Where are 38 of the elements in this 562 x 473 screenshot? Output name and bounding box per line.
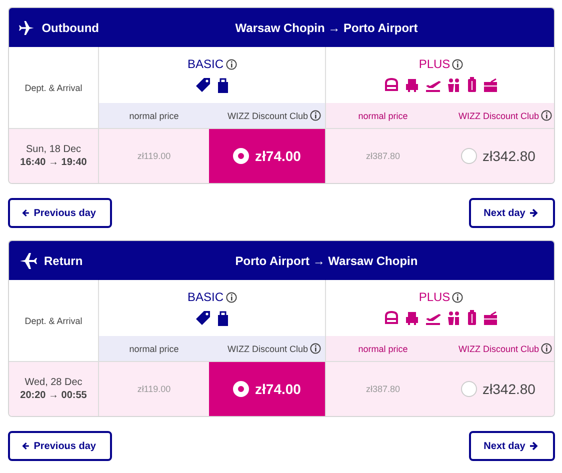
normal-price: zł387.80 <box>366 384 400 394</box>
column-label: WIZZ Discount Club <box>227 110 308 120</box>
next-day-button[interactable]: Next day <box>469 198 555 228</box>
route-title: Porto Airport → Warsaw Chopin <box>235 254 418 268</box>
route-title: Warsaw Chopin → Porto Airport <box>235 20 418 34</box>
column-label: normal price <box>358 110 408 120</box>
normal-price: zł119.00 <box>137 384 171 394</box>
club-price: zł74.00 <box>255 148 301 164</box>
flight-times: 16:40 → 19:40 <box>20 157 87 168</box>
club-price: zł74.00 <box>255 381 301 397</box>
column-label: Dept. & Arrival <box>24 316 82 326</box>
normal-price: zł387.80 <box>366 151 400 161</box>
direction-label: Return <box>44 254 83 268</box>
fare-name: PLUS <box>418 57 450 71</box>
flight-times: 20:20 → 00:55 <box>20 390 87 401</box>
column-label: WIZZ Discount Club <box>458 110 539 120</box>
previous-day-button[interactable]: Previous day <box>8 431 112 461</box>
flight-date: Wed, 28 Dec <box>24 377 82 388</box>
column-label: WIZZ Discount Club <box>458 344 539 354</box>
column-label: WIZZ Discount Club <box>227 344 308 354</box>
fare-name: BASIC <box>187 290 224 304</box>
normal-price: zł119.00 <box>137 151 171 161</box>
direction-label: Outbound <box>42 20 99 34</box>
next-day-button[interactable]: Next day <box>469 431 555 461</box>
flight-date: Sun, 18 Dec <box>26 144 82 155</box>
fare-option[interactable]: zł342.80 <box>440 362 554 416</box>
column-label: normal price <box>129 344 179 354</box>
column-label: normal price <box>358 344 408 354</box>
fare-option[interactable]: zł74.00 <box>209 362 325 416</box>
column-label: Dept. & Arrival <box>24 82 82 92</box>
fare-option[interactable]: zł74.00 <box>209 129 325 183</box>
club-price: zł342.80 <box>482 381 536 397</box>
column-label: normal price <box>129 110 179 120</box>
fare-option[interactable]: zł342.80 <box>440 129 554 183</box>
fare-name: BASIC <box>187 57 224 71</box>
fare-name: PLUS <box>418 290 450 304</box>
previous-day-button[interactable]: Previous day <box>8 198 112 228</box>
club-price: zł342.80 <box>482 148 536 164</box>
